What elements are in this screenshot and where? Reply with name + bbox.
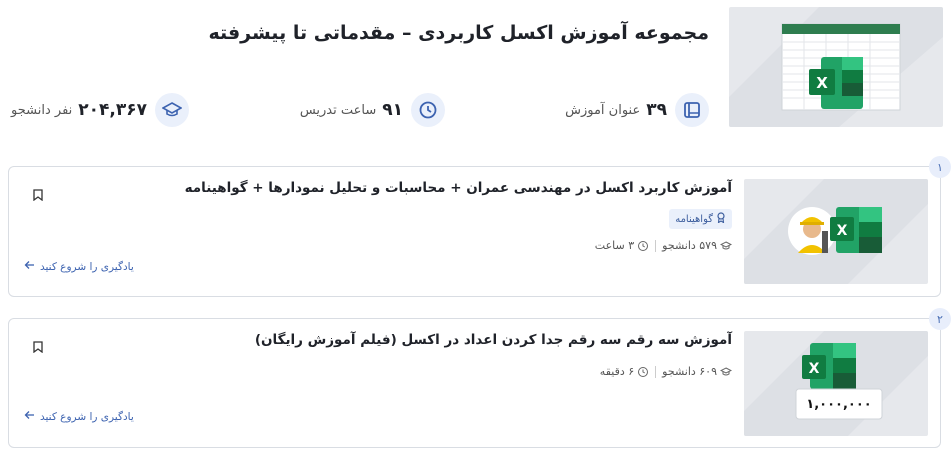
graduation-cap-icon — [720, 240, 732, 252]
clock-icon — [637, 240, 649, 252]
course-card[interactable]: ۱ X آموزش کاربرد اکسل در مهندسی عمران + … — [8, 156, 951, 297]
arrow-left-icon — [24, 260, 35, 273]
start-learning-link[interactable]: یادگیری را شروع کنید — [24, 410, 134, 423]
course-title[interactable]: آموزش سه رقم سه رقم جدا کردن اعداد در اک… — [255, 332, 732, 348]
course-duration: ۳ ساعت — [594, 239, 635, 252]
arrow-left-icon — [24, 410, 35, 423]
course-meta: ۵۷۹ دانشجو ۳ ساعت — [595, 239, 732, 252]
bookmark-icon[interactable] — [31, 187, 45, 203]
course-title[interactable]: آموزش کاربرد اکسل در مهندسی عمران + محاس… — [185, 180, 732, 196]
graduation-cap-icon — [720, 366, 732, 378]
stat-hours-label: ساعت تدریس — [299, 102, 377, 118]
thumbnail-number: ۱,۰۰۰,۰۰۰ — [806, 396, 872, 412]
course-students: ۶۰۹ دانشجو — [662, 365, 717, 378]
stat-lessons-label: عنوان آموزش — [565, 102, 641, 118]
stat-hours: ۹۱ ساعت تدریس — [300, 93, 445, 127]
course-meta: ۶۰۹ دانشجو ۶ دقیقه — [600, 365, 732, 378]
course-duration: ۶ دقیقه — [599, 365, 635, 378]
course-students: ۵۷۹ دانشجو — [662, 239, 717, 252]
svg-text:X: X — [816, 74, 828, 92]
start-learning-label: یادگیری را شروع کنید — [40, 260, 134, 273]
stat-students: ۲۰۴,۳۶۷ نفر دانشجو — [11, 93, 189, 127]
start-learning-link[interactable]: یادگیری را شروع کنید — [24, 260, 134, 273]
stat-students-value: ۲۰۴,۳۶۷ — [78, 100, 147, 120]
course-index-badge: ۲ — [929, 308, 951, 330]
stat-hours-value: ۹۱ — [382, 100, 403, 120]
stat-lessons-value: ۳۹ — [646, 100, 667, 120]
certificate-badge: گواهینامه — [669, 209, 732, 229]
collection-thumbnail[interactable]: X — [729, 7, 943, 127]
svg-text:X: X — [837, 223, 848, 239]
meta-divider — [655, 239, 657, 252]
stat-students-label: نفر دانشجو — [11, 102, 73, 118]
graduation-cap-icon — [155, 93, 189, 127]
page-title: مجموعه آموزش اکسل کاربردی – مقدماتی تا پ… — [208, 22, 709, 44]
excel-logo-icon: X — [729, 7, 943, 127]
course-thumbnail[interactable]: X ۱,۰۰۰,۰۰۰ — [744, 331, 928, 436]
certificate-label: گواهینامه — [675, 213, 713, 225]
award-icon — [716, 212, 726, 226]
clock-icon — [637, 366, 649, 378]
bookmark-icon[interactable] — [31, 339, 45, 355]
course-index-badge: ۱ — [929, 156, 951, 178]
svg-text:X: X — [809, 361, 820, 377]
course-card[interactable]: ۲ X ۱,۰۰۰,۰۰۰ آموزش سه رقم سه رقم جدا کر… — [8, 308, 951, 448]
stat-lessons: ۳۹ عنوان آموزش — [565, 93, 709, 127]
clock-icon — [411, 93, 445, 127]
book-icon — [675, 93, 709, 127]
course-thumbnail[interactable]: X — [744, 179, 928, 284]
meta-divider — [655, 365, 657, 378]
start-learning-label: یادگیری را شروع کنید — [40, 410, 134, 423]
